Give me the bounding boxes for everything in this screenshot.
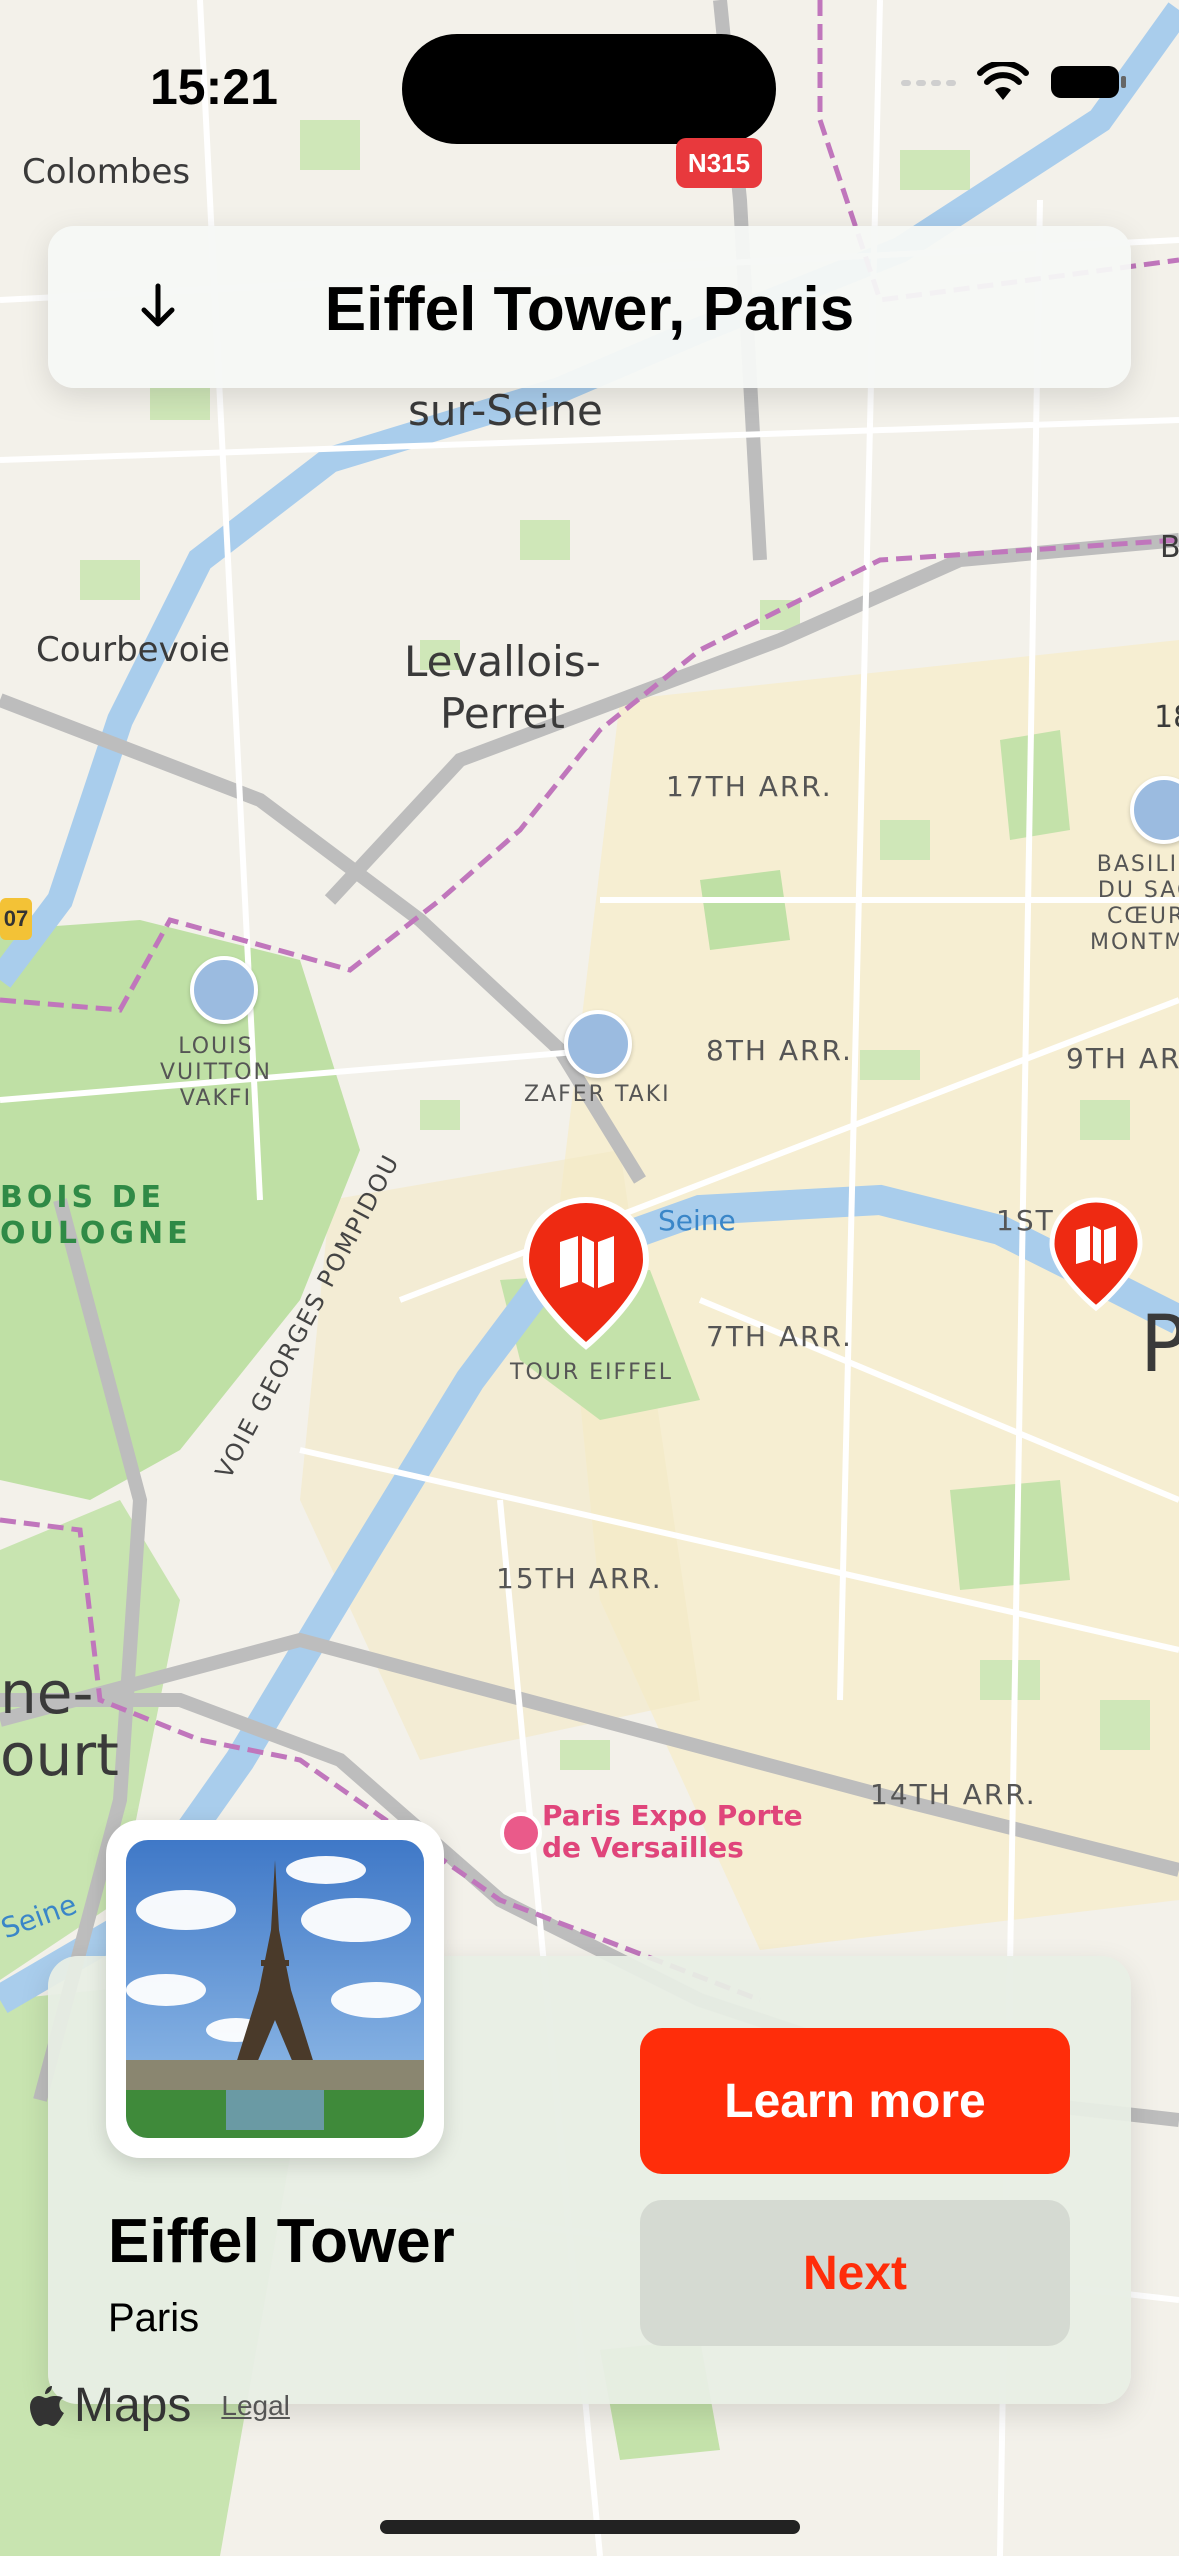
road-badge-left: 07 (0, 898, 32, 940)
battery-icon (1051, 66, 1126, 98)
map-label-9th-arr: 9TH ARR. (1066, 1042, 1179, 1075)
road-badge-n315: N315 (676, 138, 762, 188)
map-label-b: B (1160, 530, 1179, 565)
eiffel-tower-map-pin[interactable] (522, 1196, 650, 1350)
arc-de-triomphe-poi-icon[interactable] (564, 1010, 632, 1078)
place-title: Eiffel Tower (108, 2207, 455, 2276)
learn-more-button[interactable]: Learn more (640, 2028, 1070, 2174)
apple-maps-attribution: Maps Legal (30, 2378, 290, 2433)
place-subtitle: Paris (108, 2296, 200, 2340)
eiffel-tower-photo (126, 1840, 424, 2138)
paris-expo-icon[interactable] (500, 1812, 542, 1854)
wifi-icon (977, 62, 1029, 100)
home-indicator[interactable] (380, 2520, 800, 2534)
map-label-7th-arr: 7TH ARR. (706, 1320, 853, 1353)
map-label-ne-ourt: ne- ourt (0, 1659, 119, 1789)
map-label-15th-arr: 15TH ARR. (496, 1562, 663, 1595)
map-label-bois-de-boulogne: BOIS DE OULOGNE (0, 1180, 192, 1251)
map-label-courbevoie: Courbevoie (36, 630, 230, 670)
cellular-signal-icon (901, 80, 956, 86)
map-label-8th-arr: 8TH ARR. (706, 1034, 853, 1067)
map-label-14th-arr: 14TH ARR. (870, 1778, 1037, 1811)
map-label-sur-seine: sur-Seine (408, 386, 603, 435)
location-title: Eiffel Tower, Paris (324, 275, 855, 344)
legal-link[interactable]: Legal (221, 2390, 290, 2422)
map-label-paris-expo[interactable]: Paris Expo Porte de Versailles (542, 1800, 803, 1864)
status-icons (901, 62, 1129, 102)
map-label-colombes: Colombes (22, 152, 191, 192)
status-time: 15:21 (150, 59, 278, 115)
map-label-basilique: BASILIC DU SAC CŒUR MONTMA (1090, 852, 1179, 955)
map-label-17th-arr: 17TH ARR. (666, 770, 833, 803)
map-label-seine: Seine (658, 1204, 736, 1237)
map-label-zafer-taki: ZAFER TAKI (524, 1082, 671, 1107)
next-button[interactable]: Next (640, 2200, 1070, 2346)
dynamic-island (402, 34, 776, 144)
map-label-p: P (1140, 1300, 1179, 1390)
map-label-louis-vuitton: LOUIS VUITTON VAKFI (160, 1034, 272, 1111)
map-pin-right[interactable] (1048, 1196, 1144, 1312)
location-header: Eiffel Tower, Paris (48, 226, 1131, 388)
apple-logo-icon (30, 2385, 64, 2426)
maps-text: Maps (74, 2379, 192, 2432)
map-label-18: 18 (1154, 700, 1179, 735)
place-thumbnail[interactable] (106, 1820, 444, 2158)
map-label-tour-eiffel: TOUR EIFFEL (510, 1360, 673, 1385)
louis-vuitton-poi-icon[interactable] (190, 956, 258, 1024)
map-label-levallois: Levallois- Perret (404, 637, 601, 738)
